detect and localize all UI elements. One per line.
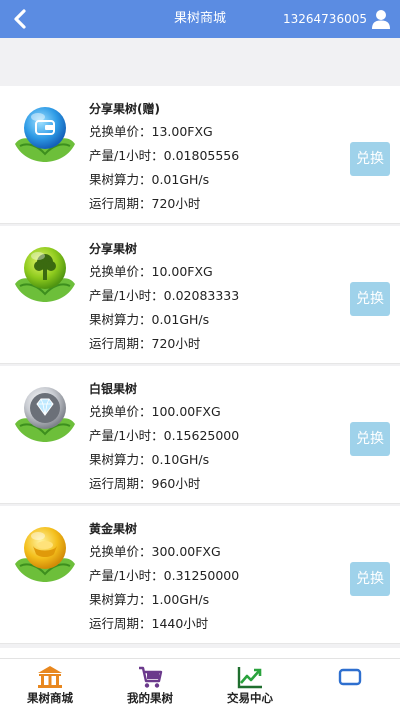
item-power: 果树算力：1.00GH/s [89,592,210,607]
list-item: 分享果树 兑换单价：10.00FXG 产量/1小时：0.02083333 果树算… [0,226,400,364]
item-cycle: 运行周期：720小时 [89,196,201,211]
item-cycle: 运行周期：1440小时 [89,616,209,631]
tab-my-trees[interactable]: 我的果树 [100,659,200,708]
gold-fruit-ingot-icon [12,520,78,586]
user-icon [372,10,390,29]
tab-trading-center[interactable]: 交易中心 [200,659,300,708]
item-name: 分享果树 [89,242,138,256]
list-item: 黄金果树 兑换单价：300.00FXG 产量/1小时：0.31250000 果树… [0,506,400,644]
redeem-button[interactable]: 兑换 [350,422,390,456]
item-output: 产量/1小时：0.01805556 [89,148,240,163]
tab-label: 交易中心 [227,691,273,705]
redeem-button[interactable]: 兑换 [350,562,390,596]
cart-icon [139,666,163,688]
tab-fourth[interactable] [300,659,400,708]
item-output: 产量/1小时：0.15625000 [89,428,240,443]
user-button[interactable] [370,8,392,30]
chart-icon [237,667,262,689]
item-output: 产量/1小时：0.02083333 [89,288,240,303]
item-power: 果树算力：0.01GH/s [89,172,210,187]
account-phone: 13264736005 [283,12,367,26]
green-fruit-tree-icon [12,240,78,306]
bank-icon [38,666,62,688]
bottom-tab-bar: 果树商城 我的果树 交易中心 [0,658,400,708]
item-output: 产量/1小时：0.31250000 [89,568,240,583]
item-price: 兑换单价：13.00FXG [89,124,213,139]
item-name: 分享果树(赠) [89,102,160,116]
redeem-button[interactable]: 兑换 [350,142,390,176]
item-power: 果树算力：0.01GH/s [89,312,210,327]
item-name: 黄金果树 [89,522,138,536]
item-name: 白银果树 [89,382,138,396]
tab-label: 果树商城 [27,691,73,705]
header-bar: 果树商城 13264736005 [0,0,400,38]
list-item: 白银果树 兑换单价：100.00FXG 产量/1小时：0.15625000 果树… [0,366,400,504]
item-cycle: 运行周期：960小时 [89,476,201,491]
tab-fruit-store[interactable]: 果树商城 [0,659,100,708]
redeem-button[interactable]: 兑换 [350,282,390,316]
item-price: 兑换单价：100.00FXG [89,404,221,419]
item-price: 兑换单价：300.00FXG [89,544,221,559]
rectangle-icon [338,668,362,686]
tab-label: 我的果树 [127,691,173,705]
item-price: 兑换单价：10.00FXG [89,264,213,279]
item-power: 果树算力：0.10GH/s [89,452,210,467]
blue-fruit-wallet-icon [12,100,78,166]
list-item: 分享果树(赠) 兑换单价：13.00FXG 产量/1小时：0.01805556 … [0,86,400,224]
item-cycle: 运行周期：720小时 [89,336,201,351]
silver-fruit-diamond-icon [12,380,78,446]
